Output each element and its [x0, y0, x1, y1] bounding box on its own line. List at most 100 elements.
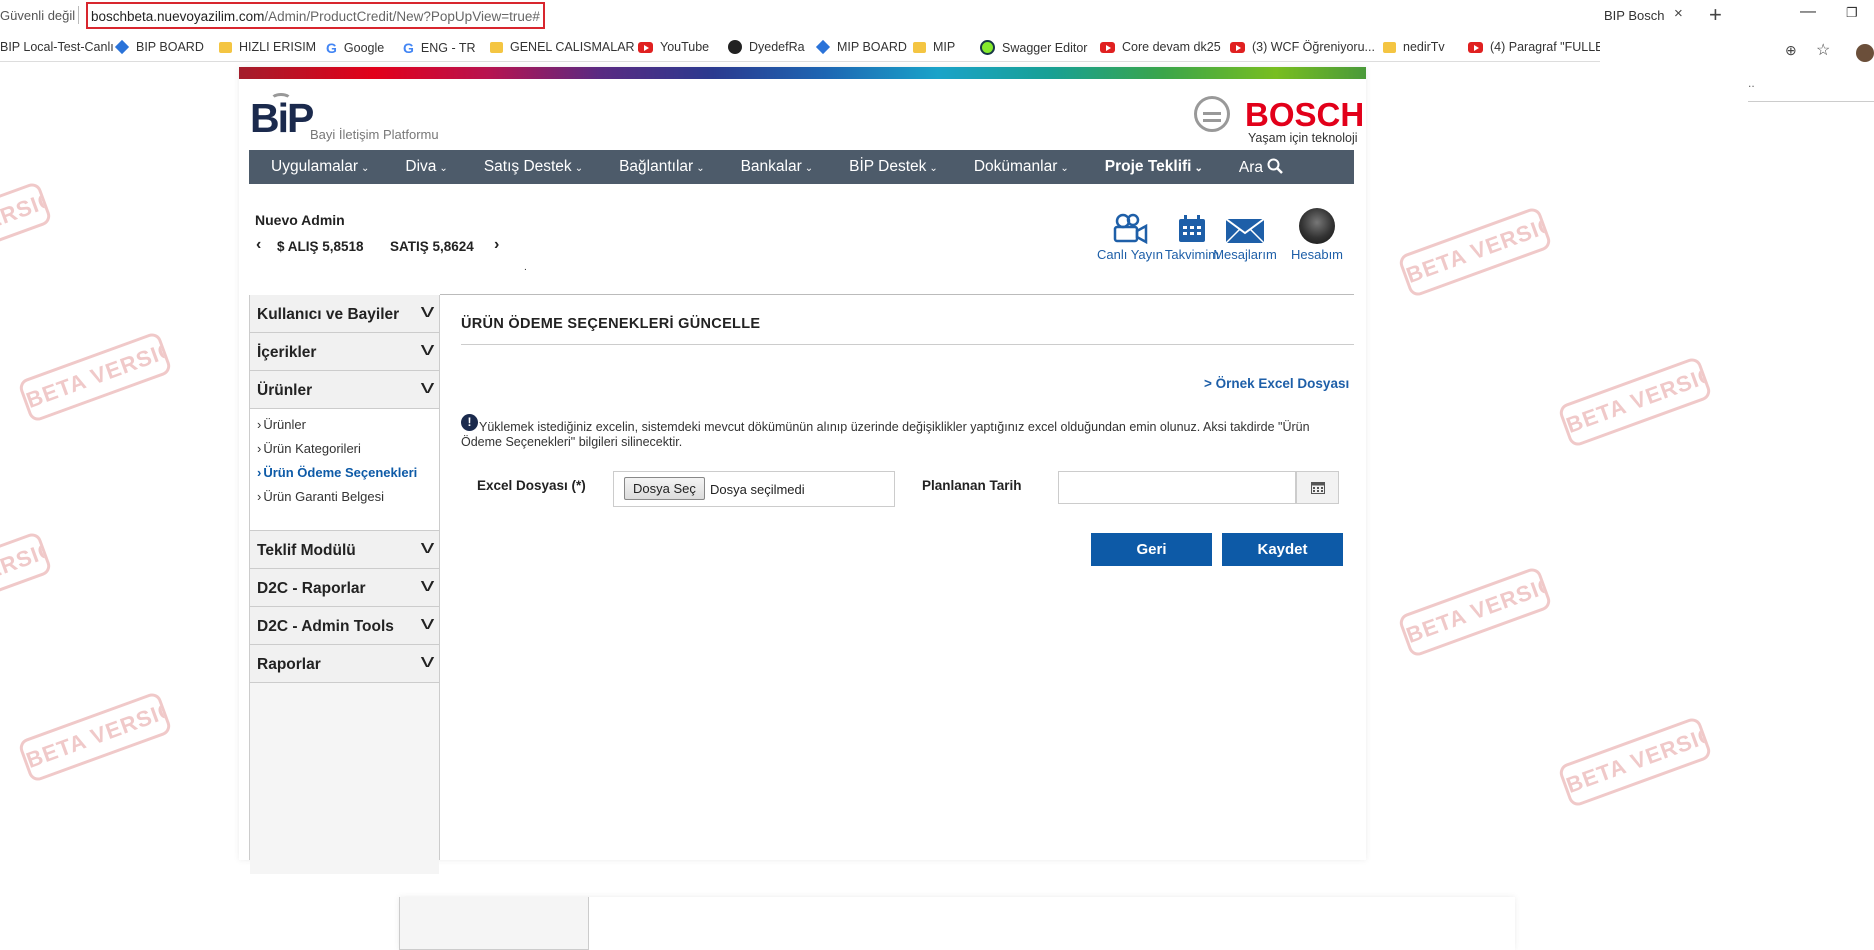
folder-icon	[1383, 41, 1396, 53]
bookmark-item[interactable]: Swagger Editor	[980, 40, 1087, 55]
bookmark-label: (3) WCF Öğreniyoru...	[1252, 40, 1375, 54]
insecure-label[interactable]: Güvenli değil	[0, 8, 75, 23]
sidebar-subitem[interactable]: › Ürün Garanti Belgesi	[257, 489, 439, 513]
profile-avatar[interactable]	[1856, 44, 1874, 62]
nav-item[interactable]: Bağlantılar ⌄	[619, 158, 705, 176]
calendar-icon	[1310, 482, 1325, 494]
bookmark-item[interactable]: G Google	[326, 40, 384, 56]
maximize-icon[interactable]: ❐	[1846, 5, 1858, 21]
nav-search-label: Ara	[1238, 158, 1263, 176]
chevron-left-icon[interactable]: ‹	[256, 236, 261, 254]
sidebar-section[interactable]: Teklif Modülü v	[250, 531, 439, 569]
nav-item[interactable]: Dokümanlar ⌄	[974, 158, 1069, 176]
calendar-picker-button[interactable]	[1296, 471, 1339, 504]
bookmark-item[interactable]: HIZLI ERISIM	[219, 40, 316, 54]
beta-watermark: BETA VERSION	[0, 180, 54, 274]
nav-item[interactable]: Diva ⌄	[405, 158, 447, 176]
bookmark-label: BIP Local-Test-Canlı	[0, 40, 114, 54]
chevron-down-icon: ⌄	[1194, 163, 1203, 174]
bookmark-item[interactable]: BIP BOARD	[114, 39, 204, 55]
youtube-icon	[1468, 41, 1483, 53]
bookmark-label: BIP BOARD	[136, 40, 204, 54]
github-icon	[728, 40, 742, 54]
tab-close-icon[interactable]: ×	[1674, 5, 1683, 22]
dot-text: .	[524, 262, 527, 273]
nav-item[interactable]: BİP Destek ⌄	[849, 158, 938, 176]
sidebar-section-label: Teklif Modülü	[257, 542, 356, 559]
sidebar-section[interactable]: Ürünler v	[250, 371, 439, 409]
bookmark-item[interactable]: MIP BOARD	[815, 39, 907, 55]
tab-title[interactable]: BIP Bosch	[1604, 8, 1664, 23]
sample-excel-link[interactable]: > Örnek Excel Dosyası	[1204, 376, 1349, 391]
excel-file-label: Excel Dosyası (*)	[477, 478, 586, 493]
sidebar-subitem-label: Ürün Garanti Belgesi	[263, 489, 385, 504]
sidebar-subitem[interactable]: › Ürün Ödeme Seçenekleri	[257, 465, 439, 489]
bip-logo[interactable]: BiP	[250, 95, 314, 142]
nav-item[interactable]: Uygulamalar ⌄	[271, 158, 369, 176]
sidebar-section[interactable]: İçerikler v	[250, 333, 439, 371]
chevron-down-icon: v	[420, 339, 435, 359]
sidebar-subitem[interactable]: › Ürün Kategorileri	[257, 441, 439, 465]
bookmark-item[interactable]: YouTube	[638, 40, 709, 54]
planned-date-label: Planlanan Tarih	[922, 478, 1022, 493]
nav-item[interactable]: Bankalar ⌄	[741, 158, 814, 176]
sidebar-section[interactable]: Kullanıcı ve Bayiler v	[250, 295, 439, 333]
sidebar-section[interactable]: D2C - Raporlar v	[250, 569, 439, 607]
bookmark-item[interactable]: (4) Paragraf "FULLE...	[1468, 40, 1600, 54]
nav-item-label: Satış Destek	[483, 158, 572, 175]
messages-link[interactable]: Mesajlarım	[1205, 210, 1285, 262]
bookmark-item[interactable]: DyedefRa	[728, 40, 805, 54]
bookmark-label: nedirTv	[1403, 40, 1445, 54]
nav-item-label: Diva	[405, 158, 437, 175]
bookmark-label: (4) Paragraf "FULLE...	[1490, 40, 1600, 54]
bookmark-item[interactable]: BIP Local-Test-Canlı	[0, 40, 114, 54]
sidebar-section[interactable]: Raporlar v	[250, 645, 439, 683]
chevron-right-icon[interactable]: ›	[494, 236, 499, 254]
main-nav: Uygulamalar ⌄ Diva ⌄ Satış Destek ⌄ Bağlantıla…	[249, 150, 1354, 184]
beta-watermark: BETA VERSION	[16, 690, 174, 784]
beta-watermark: BETA VERSION	[1556, 715, 1714, 809]
choose-file-button[interactable]: Dosya Seç	[624, 477, 705, 500]
nav-search[interactable]: Ara	[1239, 158, 1283, 177]
bookmark-item[interactable]: (3) WCF Öğreniyoru...	[1230, 40, 1375, 54]
bookmark-item[interactable]: nedirTv	[1383, 40, 1445, 54]
bookmark-item[interactable]: G ENG - TR	[403, 40, 476, 56]
new-tab-icon[interactable]: +	[1709, 2, 1722, 28]
sidebar-subitem-label: Ürün Kategorileri	[263, 441, 361, 456]
url-field[interactable]: boschbeta.nuevoyazilim.com/Admin/Product…	[86, 2, 545, 29]
beta-watermark: BETA VERSION	[0, 530, 54, 624]
sidebar-section[interactable]: D2C - Admin Tools v	[250, 607, 439, 645]
nav-item[interactable]: Satış Destek ⌄	[484, 158, 583, 176]
chevron-right-icon: ›	[257, 465, 262, 480]
minimize-icon[interactable]: —	[1800, 3, 1816, 21]
bookmark-item[interactable]: MIP	[913, 40, 955, 54]
chevron-right-icon: ›	[257, 441, 262, 456]
page-title: ÜRÜN ÖDEME SEÇENEKLERİ GÜNCELLE	[461, 316, 761, 332]
chevron-right-icon: ›	[257, 417, 262, 432]
bookmark-item[interactable]: GENEL CALISMALAR	[490, 40, 635, 54]
account-label: Hesabım	[1290, 247, 1344, 262]
bookmark-item[interactable]: Core devam dk25	[1100, 40, 1221, 54]
nav-item[interactable]: Proje Teklifi ⌄	[1105, 158, 1203, 176]
bip-logo-subtitle: Bayi İletişim Platformu	[310, 127, 439, 142]
save-button[interactable]: Kaydet	[1222, 533, 1343, 566]
brand-color-strip	[239, 67, 1366, 79]
chevron-down-icon: ⌄	[804, 163, 814, 174]
sidebar-subitem-label: Ürünler	[263, 417, 306, 432]
account-link[interactable]: Hesabım	[1286, 208, 1348, 262]
bosch-logo: BOSCH	[1245, 96, 1365, 133]
nav-item-label: BİP Destek	[849, 158, 927, 175]
sidebar-subitem-label: Ürün Ödeme Seçenekleri	[263, 465, 418, 480]
planned-date-input[interactable]	[1058, 471, 1296, 504]
beta-watermark: BETA VERSION	[1396, 565, 1554, 659]
account-avatar	[1299, 208, 1335, 244]
chevron-right-icon: ›	[257, 489, 262, 504]
profile-photo	[1286, 208, 1348, 244]
zoom-icon[interactable]: ⊕	[1785, 42, 1797, 59]
sidebar-subitem[interactable]: › Ürünler	[257, 417, 439, 441]
chevron-down-icon: ⌄	[574, 163, 584, 174]
star-icon[interactable]: ☆	[1816, 40, 1830, 60]
sidebar-section-label: Ürünler	[257, 382, 313, 399]
chevron-down-icon: ⌄	[439, 163, 448, 174]
back-button[interactable]: Geri	[1091, 533, 1212, 566]
